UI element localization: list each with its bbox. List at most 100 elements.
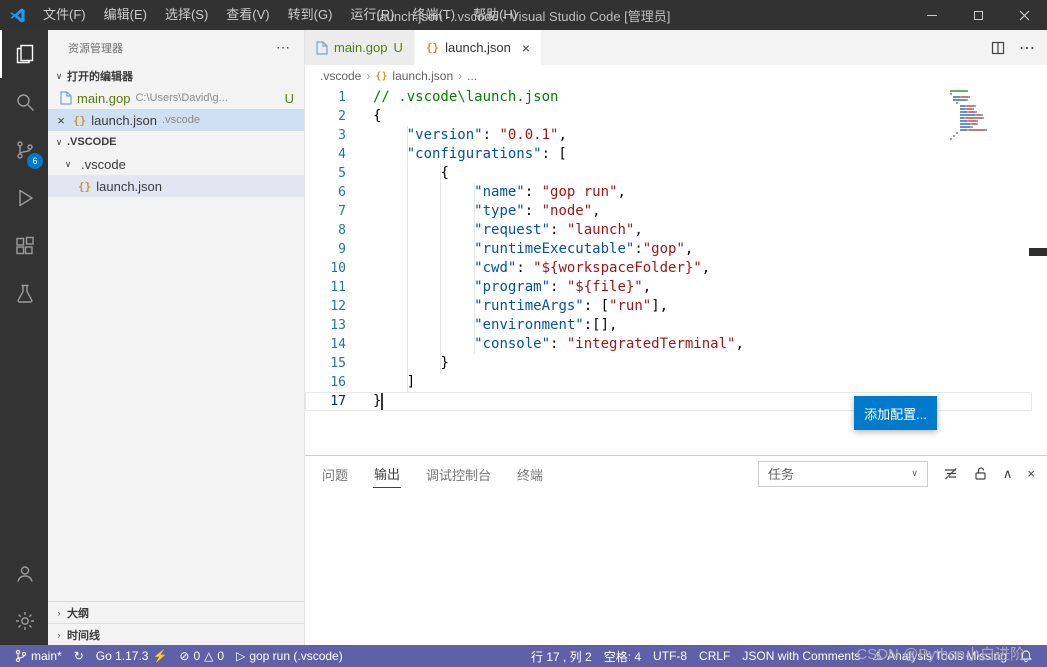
analysis-tools-item[interactable]: ⚠ Analysis Tools Missing [866, 645, 1013, 667]
maximize-icon [973, 10, 983, 20]
branch-name: main* [31, 649, 62, 663]
code-line-1[interactable]: 1 // .vscode\launch.json [305, 88, 1032, 107]
warning-count: 0 [217, 649, 225, 663]
menu-help[interactable]: 帮助(H) [464, 0, 526, 30]
extensions-icon[interactable] [0, 222, 48, 270]
breadcrumb-file[interactable]: launch.json [392, 69, 453, 83]
minimap[interactable] [950, 90, 1030, 141]
zap-icon: ⚡ [152, 649, 168, 663]
close-panel-icon[interactable]: × [1027, 466, 1035, 481]
code-line-5[interactable]: 5 { [305, 164, 1032, 183]
activity-bar-bottom [0, 549, 48, 645]
workspace-section[interactable]: ∨ .VSCODE [48, 131, 304, 153]
indentation-item[interactable]: 空格: 4 [598, 645, 647, 667]
clear-output-icon[interactable] [943, 466, 958, 481]
search-icon[interactable] [0, 78, 48, 126]
notifications-item[interactable] [1013, 645, 1039, 667]
language-mode-item[interactable]: JSON with Comments [736, 645, 866, 667]
code-line-14[interactable]: 14 "console": "integratedTerminal", [305, 335, 1032, 354]
output-channel-select[interactable]: 任务 ∨ [757, 460, 928, 487]
explorer-icon[interactable] [0, 30, 48, 78]
code-line-13[interactable]: 13 "environment":[], [305, 316, 1032, 335]
tab-problems[interactable]: 问题 [321, 460, 349, 488]
more-actions-icon[interactable]: ⋯ [276, 39, 290, 56]
add-configuration-button[interactable]: 添加配置... [854, 396, 937, 430]
outline-section[interactable]: › 大纲 [48, 601, 304, 623]
chevron-down-icon: ∨ [64, 158, 72, 169]
code-line-12[interactable]: 12 "runtimeArgs": ["run"], [305, 297, 1032, 316]
tree-folder-vscode[interactable]: ∨ .vscode [48, 153, 304, 175]
menu-terminal[interactable]: 终端(T) [403, 0, 464, 30]
breadcrumb-symbol[interactable]: ... [467, 69, 477, 83]
tab-terminal[interactable]: 终端 [516, 460, 544, 488]
git-branch-item[interactable]: main* [8, 645, 68, 667]
encoding-item[interactable]: UTF-8 [647, 645, 693, 667]
line-number: 3 [338, 128, 346, 143]
close-window-button[interactable] [1001, 0, 1047, 30]
code-line-6[interactable]: 6 "name": "gop run", [305, 183, 1032, 202]
go-version-item[interactable]: Go 1.17.3 ⚡ [90, 645, 174, 667]
run-debug-icon[interactable] [0, 174, 48, 222]
tab-launch-json[interactable]: {} launch.json × [414, 30, 543, 65]
code-line-9[interactable]: 9 "runtimeExecutable":"gop", [305, 240, 1032, 259]
code-line-7[interactable]: 7 "type": "node", [305, 202, 1032, 221]
tab-debug-console[interactable]: 调试控制台 [425, 460, 492, 488]
code-line-8[interactable]: 8 "request": "launch", [305, 221, 1032, 240]
open-editor-path: .vscode [162, 114, 200, 126]
panel-header: 问题 输出 调试控制台 终端 任务 ∨ ∧ × [305, 456, 1047, 491]
tab-output[interactable]: 输出 [373, 459, 402, 488]
tab-main-gop[interactable]: main.gop U [305, 30, 415, 65]
code-line-10[interactable]: 10 "cwd": "${workspaceFolder}", [305, 259, 1032, 278]
menu-view[interactable]: 查看(V) [217, 0, 278, 30]
lock-scroll-icon[interactable] [973, 466, 988, 481]
source-control-icon[interactable]: 6 [0, 126, 48, 174]
sync-item[interactable]: ↻ [68, 645, 90, 667]
code-editor[interactable]: 1// .vscode\launch.json 2{3 "version": "0… [305, 87, 1047, 455]
minimize-icon [927, 14, 937, 16]
maximize-button[interactable] [955, 0, 1001, 30]
open-editor-launch-json[interactable]: × {} launch.json .vscode [48, 109, 304, 131]
code-line-3[interactable]: 3 "version": "0.0.1", [305, 126, 1032, 145]
maximize-panel-icon[interactable]: ∧ [1003, 466, 1013, 482]
account-icon[interactable] [0, 549, 48, 597]
line-number: 1 [338, 90, 346, 105]
timeline-section[interactable]: › 时间线 [48, 623, 304, 645]
more-actions-icon[interactable]: ⋯ [1019, 38, 1035, 58]
line-content: { [373, 108, 382, 124]
eol-item[interactable]: CRLF [693, 645, 736, 667]
scrollbar-marker[interactable] [1029, 248, 1047, 256]
code-line-2[interactable]: 2{ [305, 107, 1032, 126]
close-tab-icon[interactable]: × [522, 40, 530, 56]
menu-selection[interactable]: 选择(S) [156, 0, 217, 30]
sidebar-title-label: 资源管理器 [68, 42, 123, 55]
test-flask-icon[interactable] [0, 270, 48, 318]
problems-item[interactable]: ⊘ 0 △ 0 [173, 645, 230, 667]
split-editor-icon[interactable] [991, 41, 1005, 55]
code-line-16[interactable]: 16 ] [305, 373, 1032, 392]
menu-go[interactable]: 转到(G) [279, 0, 342, 30]
open-editors-section[interactable]: ∨ 打开的编辑器 [48, 65, 304, 87]
line-number: 4 [338, 147, 346, 162]
open-editor-main-gop[interactable]: main.gop C:\Users\David\g... U [48, 87, 304, 109]
code-lines: 1// .vscode\launch.json 2{3 "version": "0… [305, 87, 1047, 411]
warning-icon: △ [204, 649, 214, 663]
code-line-11[interactable]: 11 "program": "${file}", [305, 278, 1032, 297]
eol: CRLF [699, 649, 731, 663]
run-task-item[interactable]: ▷ gop run (.vscode) [230, 645, 349, 667]
menu-edit[interactable]: 编辑(E) [95, 0, 156, 30]
file-icon [60, 91, 72, 105]
close-editor-icon[interactable]: × [54, 113, 68, 128]
settings-gear-icon[interactable] [0, 597, 48, 645]
cursor-position-item[interactable]: 行 17 , 列 2 [525, 645, 598, 667]
menu-run[interactable]: 运行(R) [341, 0, 403, 30]
bottom-panel: 问题 输出 调试控制台 终端 任务 ∨ ∧ × [305, 455, 1047, 645]
workbench: 6 资源管理器 ⋯ ∨ 打开的编辑器 main.gop C:\Users\Dav… [0, 30, 1047, 645]
tree-file-launch-json[interactable]: {} launch.json [48, 175, 304, 197]
line-number: 7 [338, 204, 346, 219]
minimize-button[interactable] [909, 0, 955, 30]
code-line-15[interactable]: 15 } [305, 354, 1032, 373]
menu-file[interactable]: 文件(F) [34, 0, 95, 30]
code-line-4[interactable]: 4 "configurations": [ [305, 145, 1032, 164]
breadcrumb-folder[interactable]: .vscode [320, 69, 361, 83]
output-content[interactable] [305, 491, 1047, 645]
